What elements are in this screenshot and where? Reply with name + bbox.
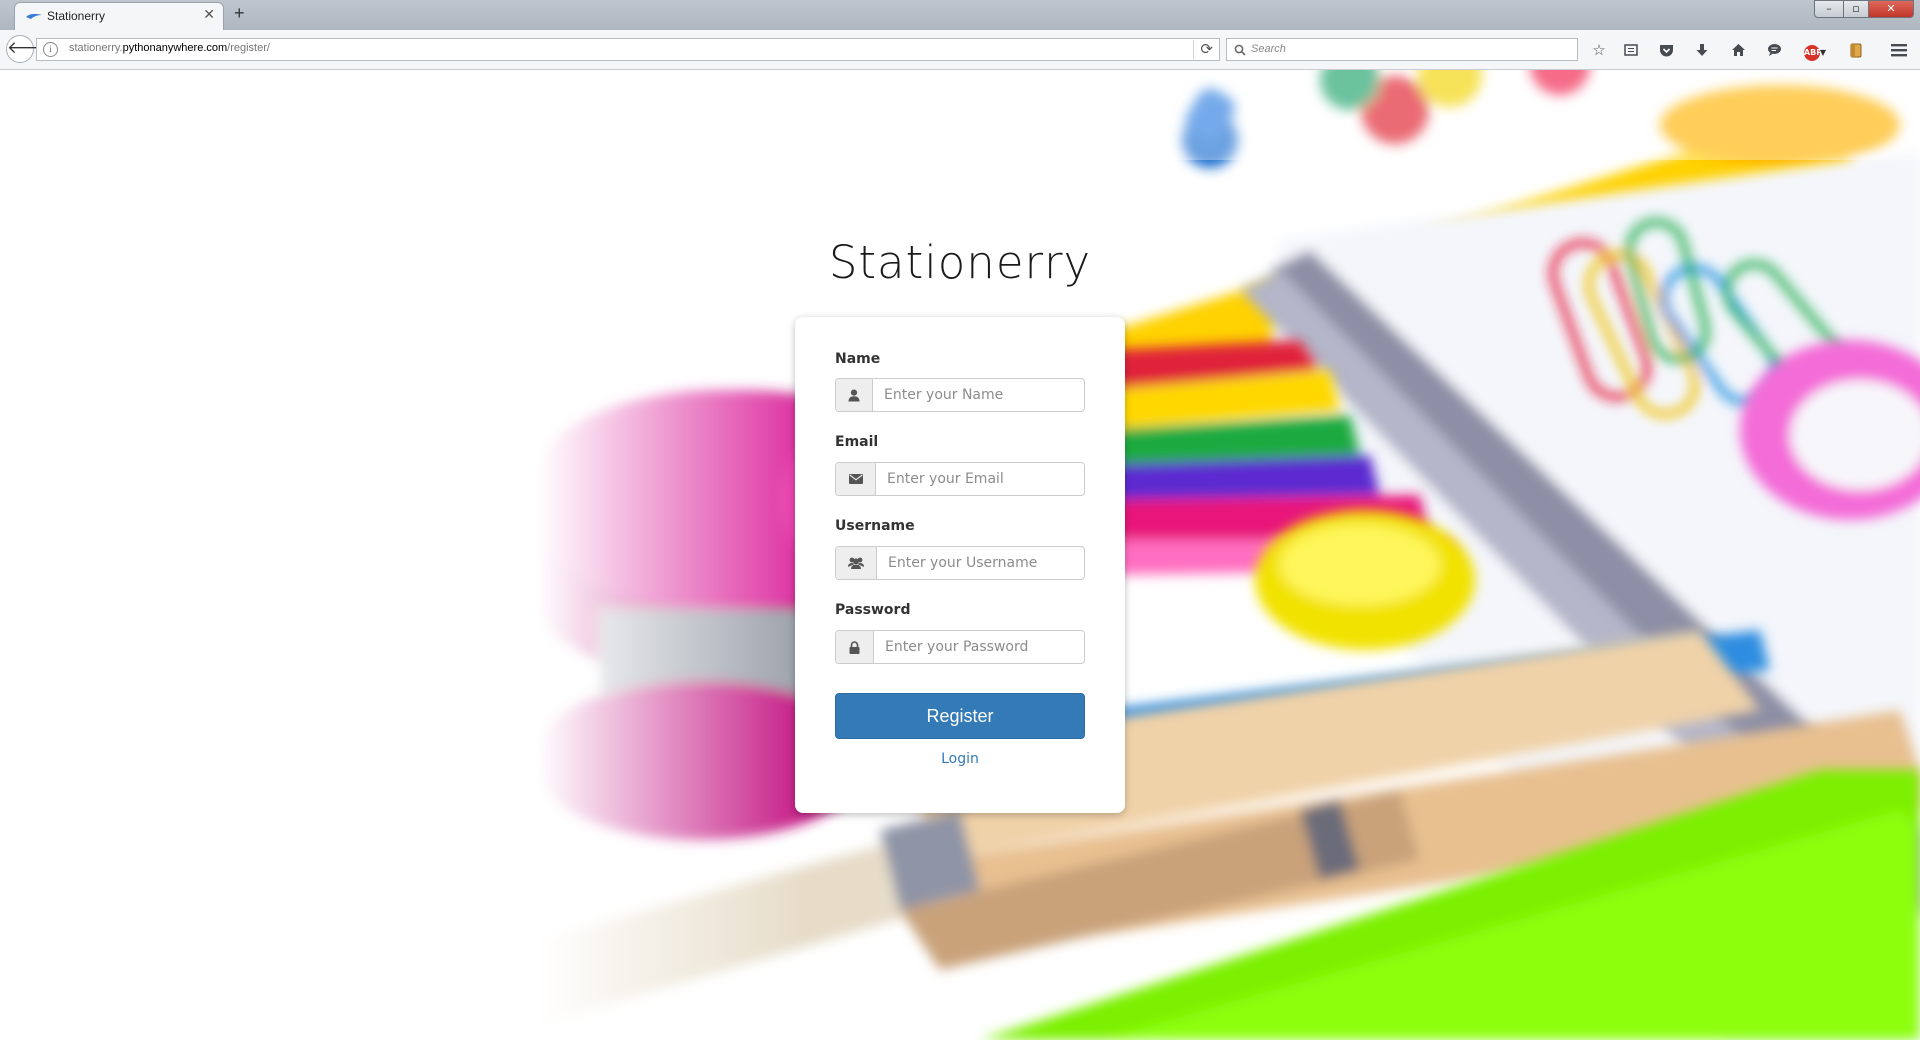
username-input[interactable] <box>876 547 1084 579</box>
name-input[interactable] <box>872 379 1084 411</box>
reload-icon[interactable]: ⟳ <box>1193 40 1213 59</box>
adblock-icon[interactable]: ABP▼ <box>1800 40 1830 61</box>
favicon-icon <box>26 13 42 19</box>
search-bar[interactable]: Search <box>1226 38 1578 61</box>
download-icon[interactable] <box>1691 40 1713 60</box>
tab-close-icon[interactable]: ✕ <box>203 7 215 23</box>
window-minimize-button[interactable]: – <box>1814 0 1844 18</box>
window-maximize-button[interactable]: ▫ <box>1843 0 1869 18</box>
envelope-icon <box>836 463 876 495</box>
email-input-group <box>835 462 1085 496</box>
browser-navbar: 🡐 i stationerry.pythonanywhere.com/regis… <box>0 30 1920 70</box>
menu-icon[interactable] <box>1888 40 1910 60</box>
username-input-group <box>835 546 1085 580</box>
password-label: Password <box>835 602 911 618</box>
login-link[interactable]: Login <box>835 751 1085 767</box>
password-input-group <box>835 630 1085 664</box>
page-viewport: Stationerry Name Email Username Password <box>0 70 1920 1040</box>
extension-icon[interactable] <box>1845 40 1867 60</box>
tab-title: Stationerry <box>47 9 106 23</box>
email-input[interactable] <box>875 463 1084 495</box>
password-input[interactable] <box>873 631 1084 663</box>
new-tab-button[interactable]: + <box>234 3 245 24</box>
register-button[interactable]: Register <box>835 693 1085 739</box>
username-label: Username <box>835 518 915 534</box>
window-close-button[interactable]: ✕ <box>1868 0 1914 18</box>
address-bar[interactable]: i stationerry.pythonanywhere.com/registe… <box>36 38 1220 61</box>
home-icon[interactable] <box>1727 40 1749 60</box>
name-input-group <box>835 378 1085 412</box>
search-icon <box>1234 44 1246 56</box>
chat-icon[interactable] <box>1763 40 1785 60</box>
browser-titlebar: Stationerry ✕ + – ▫ ✕ <box>0 0 1920 30</box>
pocket-icon[interactable] <box>1655 40 1677 60</box>
users-icon <box>836 547 877 579</box>
browser-tab[interactable]: Stationerry ✕ <box>14 2 224 30</box>
search-placeholder: Search <box>1251 43 1286 55</box>
star-icon[interactable]: ☆ <box>1588 40 1610 60</box>
reading-list-icon[interactable] <box>1620 40 1642 60</box>
email-label: Email <box>835 434 879 450</box>
register-form: Name Email Username Password <box>795 317 1125 813</box>
site-info-icon[interactable]: i <box>43 42 58 57</box>
brand-logo: Stationerry <box>828 236 1092 289</box>
name-label: Name <box>835 351 881 367</box>
url-text: stationerry.pythonanywhere.com/register/ <box>69 42 270 54</box>
back-button[interactable]: 🡐 <box>6 35 53 63</box>
lock-icon <box>836 631 874 663</box>
user-icon <box>836 379 873 411</box>
